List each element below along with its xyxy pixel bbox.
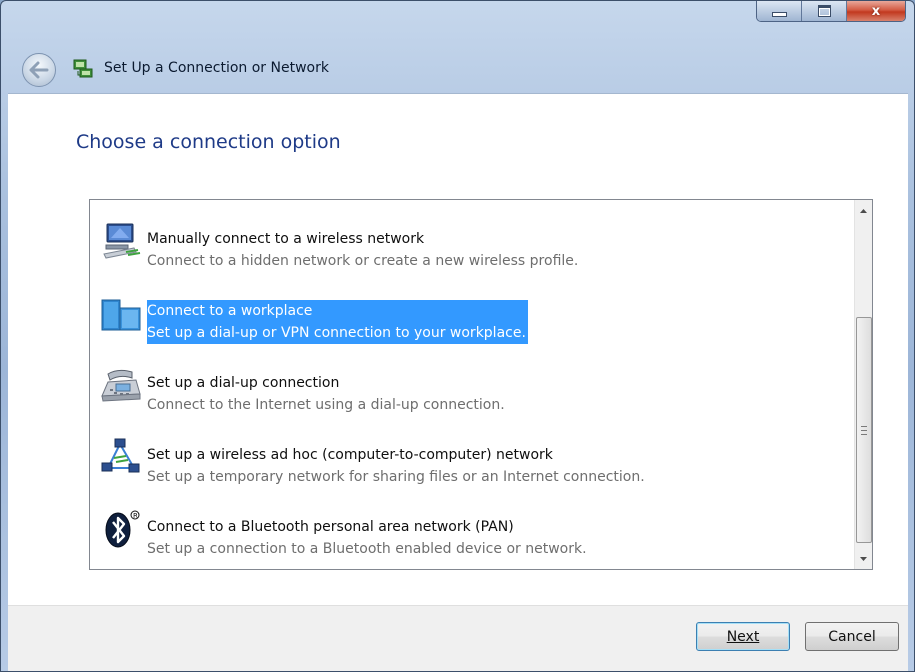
vertical-scrollbar[interactable]: [854, 200, 872, 569]
button-bar: Next Cancel: [8, 605, 908, 671]
minimize-button[interactable]: [757, 1, 803, 21]
page-heading: Choose a connection option: [76, 131, 341, 153]
option-adhoc[interactable]: Set up a wireless ad hoc (computer-to-co…: [90, 430, 846, 486]
telephone-icon: [101, 369, 141, 402]
option-workplace[interactable]: Connect to a workplace Set up a dial-up …: [90, 286, 846, 344]
window-title: Set Up a Connection or Network: [104, 60, 329, 76]
option-title: Set up a wireless ad hoc (computer-to-co…: [147, 447, 553, 463]
option-text: Set up a wireless ad hoc (computer-to-co…: [147, 444, 645, 488]
network-setup-icon: [73, 59, 93, 78]
close-button[interactable]: x: [846, 1, 905, 21]
option-description: Set up a connection to a Bluetooth enabl…: [147, 541, 587, 557]
arrow-up-icon: [860, 208, 867, 213]
cancel-button[interactable]: Cancel: [805, 622, 899, 651]
scroll-thumb[interactable]: [856, 317, 872, 543]
option-description: Set up a temporary network for sharing f…: [147, 469, 645, 485]
title-bar[interactable]: x: [1, 1, 914, 39]
connection-options-list[interactable]: Manually connect to a wireless network C…: [89, 199, 873, 570]
option-bluetooth-pan[interactable]: R Connect to a Bluetooth personal area n…: [90, 502, 846, 558]
minimize-icon: [771, 11, 787, 17]
option-text-selected: Connect to a workplace Set up a dial-up …: [147, 300, 528, 344]
option-description: Connect to a hidden network or create a …: [147, 253, 579, 269]
next-button[interactable]: Next: [696, 622, 790, 651]
grip-icon: [861, 425, 867, 435]
adhoc-network-icon: [101, 438, 140, 473]
option-title: Set up a dial-up connection: [147, 375, 340, 391]
option-text: Manually connect to a wireless network C…: [147, 228, 578, 272]
list-items: Manually connect to a wireless network C…: [90, 200, 846, 569]
option-title: Manually connect to a wireless network: [147, 231, 425, 247]
scroll-up-button[interactable]: [855, 202, 872, 219]
option-description: Set up a dial-up or VPN connection to yo…: [147, 325, 526, 341]
maximize-icon: [817, 5, 831, 17]
next-button-label: Next: [726, 628, 760, 645]
maximize-button[interactable]: [802, 1, 847, 21]
option-dialup[interactable]: Set up a dial-up connection Connect to t…: [90, 358, 846, 414]
workplace-icon: [101, 299, 141, 331]
option-text: Set up a dial-up connection Connect to t…: [147, 372, 505, 416]
option-manual-wireless[interactable]: Manually connect to a wireless network C…: [90, 214, 846, 270]
back-arrow-icon: [29, 61, 49, 79]
bluetooth-icon: R: [105, 510, 140, 548]
option-title: Connect to a workplace: [147, 303, 313, 319]
arrow-down-icon: [860, 556, 867, 561]
option-title: Connect to a Bluetooth personal area net…: [147, 519, 514, 535]
content-area: Choose a connection option Manually conn…: [8, 93, 908, 605]
back-button[interactable]: [22, 53, 56, 87]
close-icon: x: [871, 3, 881, 19]
svg-text:R: R: [133, 512, 138, 520]
wireless-computer-icon: [103, 223, 141, 259]
option-text: Connect to a Bluetooth personal area net…: [147, 516, 587, 560]
setup-connection-window: x Set Up a Connection or Network Choose …: [0, 0, 915, 672]
cancel-button-label: Cancel: [828, 628, 876, 645]
window-controls: x: [756, 1, 906, 22]
scroll-down-button[interactable]: [855, 550, 872, 567]
option-description: Connect to the Internet using a dial-up …: [147, 397, 505, 413]
